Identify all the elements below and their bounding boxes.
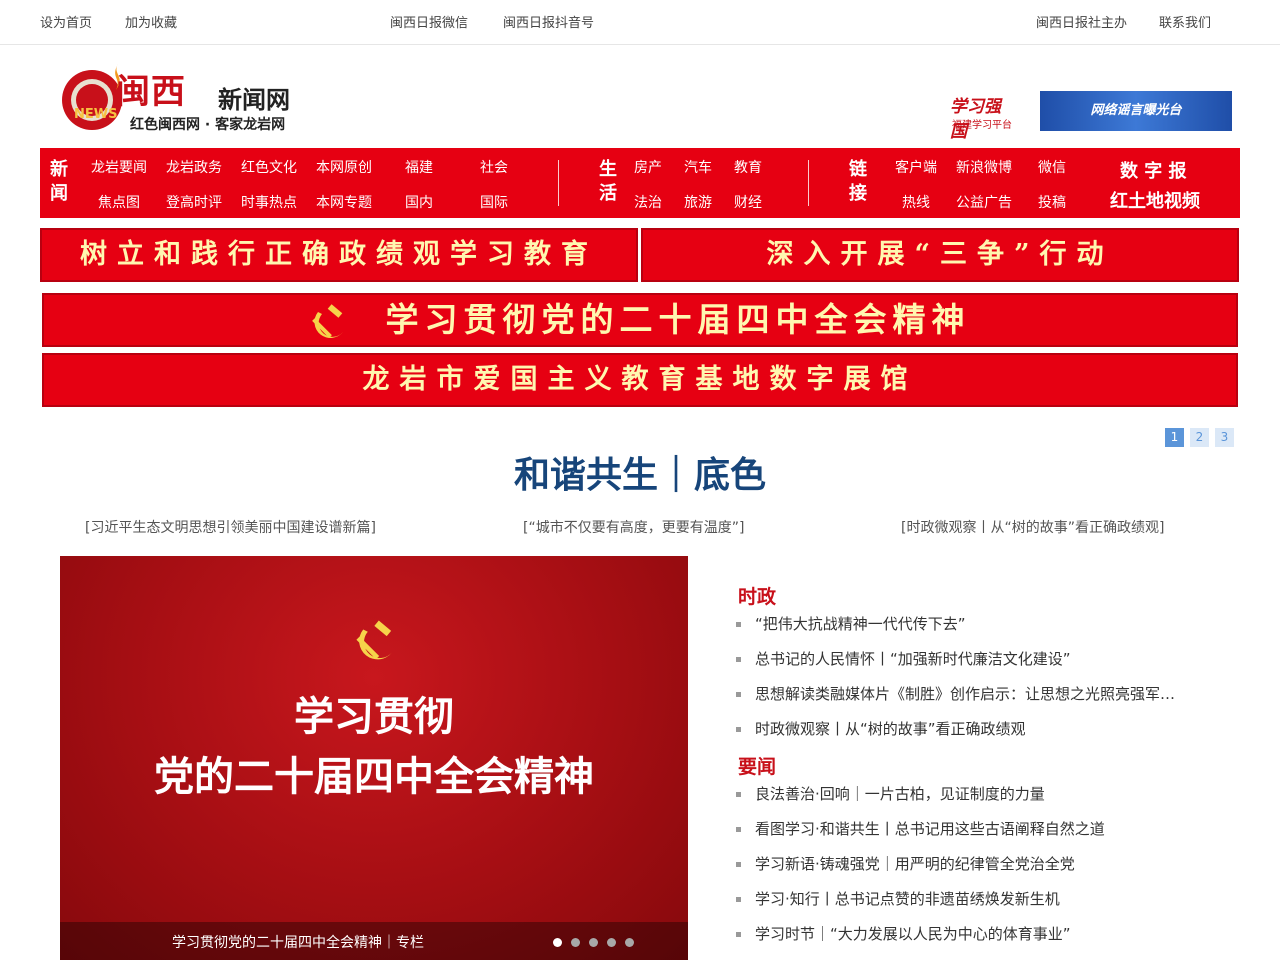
set-home-link[interactable]: 设为首页 xyxy=(40,12,92,31)
section-title-politics[interactable]: 时政 xyxy=(738,582,776,609)
feature-caption[interactable]: 学习贯彻党的二十届四中全会精神｜专栏 xyxy=(172,932,424,952)
banner-page-3[interactable]: 3 xyxy=(1215,428,1234,447)
banner-page-2[interactable]: 2 xyxy=(1190,428,1209,447)
list-item[interactable]: 时政微观察丨从“树的故事”看正确政绩观 xyxy=(736,718,1196,739)
digital-paper-link[interactable]: 数 字 报 xyxy=(1120,157,1187,183)
contact-link[interactable]: 联系我们 xyxy=(1159,12,1211,31)
wechat-link[interactable]: 闽西日报微信 xyxy=(390,12,468,31)
feature-caption-bar: 学习贯彻党的二十届四中全会精神｜专栏 xyxy=(60,922,688,960)
rumor-exposure-banner[interactable]: 网络谣言曝光台 xyxy=(1040,91,1232,131)
site-logo[interactable]: NEWS 闽西 新闻网 红色闽西网 · 客家龙岩网 xyxy=(60,54,310,134)
banner-fourth-plenum-text: 学习贯彻党的二十届四中全会精神 xyxy=(385,300,971,339)
nav-category-links: 链接 xyxy=(849,159,867,204)
feature-slideshow[interactable]: 学习贯彻 党的二十届四中全会精神 学习贯彻党的二十届四中全会精神｜专栏 xyxy=(60,556,688,960)
list-item[interactable]: 看图学习·和谐共生丨总书记用这些古语阐释自然之道 xyxy=(736,818,1196,839)
nav-item[interactable]: 红色文化 xyxy=(241,157,297,177)
sublink[interactable]: [“城市不仅要有高度，更要有温度”] xyxy=(523,517,744,537)
banner-three-contest[interactable]: 深入开展“三争”行动 xyxy=(641,228,1239,282)
banner-patriotic-museum[interactable]: 龙岩市爱国主义教育基地数字展馆 xyxy=(42,353,1238,407)
nav-item[interactable]: 法治 xyxy=(634,192,662,212)
nav-item[interactable]: 本网专题 xyxy=(316,192,372,212)
nav-item[interactable]: 福建 xyxy=(405,157,433,177)
nav-item[interactable]: 国内 xyxy=(405,192,433,212)
nav-item[interactable]: 投稿 xyxy=(1038,192,1066,212)
list-item[interactable]: 良法善治·回响｜一片古柏，见证制度的力量 xyxy=(736,783,1196,804)
logo-title: 闽西 xyxy=(116,72,186,112)
nav-item[interactable]: 登高时评 xyxy=(166,192,222,212)
xuexi-subtitle: 福建学习平台 xyxy=(952,120,1012,131)
slide-dot[interactable] xyxy=(589,938,598,947)
slide-dot[interactable] xyxy=(607,938,616,947)
nav-divider xyxy=(558,160,559,206)
sublink[interactable]: [习近平生态文明思想引领美丽中国建设谱新篇] xyxy=(85,517,376,537)
slide-dot[interactable] xyxy=(553,938,562,947)
main-headline[interactable]: 和谐共生｜底色 xyxy=(0,446,1280,498)
nav-item[interactable]: 微信 xyxy=(1038,157,1066,177)
list-item[interactable]: 总书记的人民情怀丨“加强新时代廉洁文化建设” xyxy=(736,648,1196,669)
slide-dot[interactable] xyxy=(571,938,580,947)
nav-item[interactable]: 热线 xyxy=(902,192,930,212)
add-favorite-link[interactable]: 加为收藏 xyxy=(125,12,177,31)
top-bar: 设为首页 加为收藏 闽西日报微信 闽西日报抖音号 闽西日报社主办 联系我们 xyxy=(0,0,1280,45)
nav-category-life: 生活 xyxy=(599,159,617,204)
list-item[interactable]: 学习新语·铸魂强党｜用严明的纪律管全党治全党 xyxy=(736,853,1196,874)
nav-item[interactable]: 旅游 xyxy=(684,192,712,212)
nav-item[interactable]: 本网原创 xyxy=(316,157,372,177)
hammer-sickle-icon xyxy=(356,620,392,660)
list-item[interactable]: 学习·知行丨总书记点赞的非遗苗绣焕发新生机 xyxy=(736,888,1196,909)
douyin-link[interactable]: 闽西日报抖音号 xyxy=(503,12,594,31)
logo-news-badge: NEWS xyxy=(74,107,117,122)
nav-divider xyxy=(808,160,809,206)
list-item[interactable]: 思想解读类融媒体片《制胜》创作启示：让思想之光照亮强军… xyxy=(736,683,1196,704)
feature-title-line1: 学习贯彻 xyxy=(294,693,454,740)
nav-category-news: 新闻 xyxy=(50,159,68,204)
nav-item[interactable]: 社会 xyxy=(480,157,508,177)
sublink[interactable]: [时政微观察丨从“树的故事”看正确政绩观] xyxy=(901,517,1164,537)
nav-item[interactable]: 龙岩政务 xyxy=(166,157,222,177)
feature-title-line2: 党的二十届四中全会精神 xyxy=(154,753,594,800)
nav-item[interactable]: 焦点图 xyxy=(98,192,140,212)
nav-item[interactable]: 客户端 xyxy=(895,157,937,177)
banner-fourth-plenum[interactable]: 学习贯彻党的二十届四中全会精神 xyxy=(42,293,1238,347)
sponsor-link[interactable]: 闽西日报社主办 xyxy=(1036,12,1127,31)
banner-page-1[interactable]: 1 xyxy=(1165,428,1184,447)
banner-performance-view[interactable]: 树立和践行正确政绩观学习教育 xyxy=(40,228,638,282)
logo-slogan: 红色闽西网 · 客家龙岩网 xyxy=(130,117,286,133)
nav-item[interactable]: 汽车 xyxy=(684,157,712,177)
nav-item[interactable]: 教育 xyxy=(734,157,762,177)
nav-item[interactable]: 房产 xyxy=(634,157,662,177)
xuexi-platform-link[interactable]: 学习强国 福建学习平台 xyxy=(950,92,1016,142)
section-title-headlines[interactable]: 要闻 xyxy=(738,752,776,779)
nav-item[interactable]: 财经 xyxy=(734,192,762,212)
nav-item[interactable]: 龙岩要闻 xyxy=(91,157,147,177)
slide-dot[interactable] xyxy=(625,938,634,947)
list-item[interactable]: “把伟大抗战精神一代代传下去” xyxy=(736,613,1196,634)
main-nav: 新闻 龙岩要闻 龙岩政务 红色文化 本网原创 福建 社会 焦点图 登高时评 时事… xyxy=(40,148,1240,218)
list-item[interactable]: 学习时节｜“大力发展以人民为中心的体育事业” xyxy=(736,923,1196,944)
nav-item[interactable]: 时事热点 xyxy=(241,192,297,212)
nav-item[interactable]: 公益广告 xyxy=(956,192,1012,212)
nav-item[interactable]: 新浪微博 xyxy=(956,157,1012,177)
hammer-sickle-icon xyxy=(311,304,343,339)
nav-item[interactable]: 国际 xyxy=(480,192,508,212)
logo-suffix: 新闻网 xyxy=(218,86,290,114)
video-link[interactable]: 红土地视频 xyxy=(1110,187,1200,213)
